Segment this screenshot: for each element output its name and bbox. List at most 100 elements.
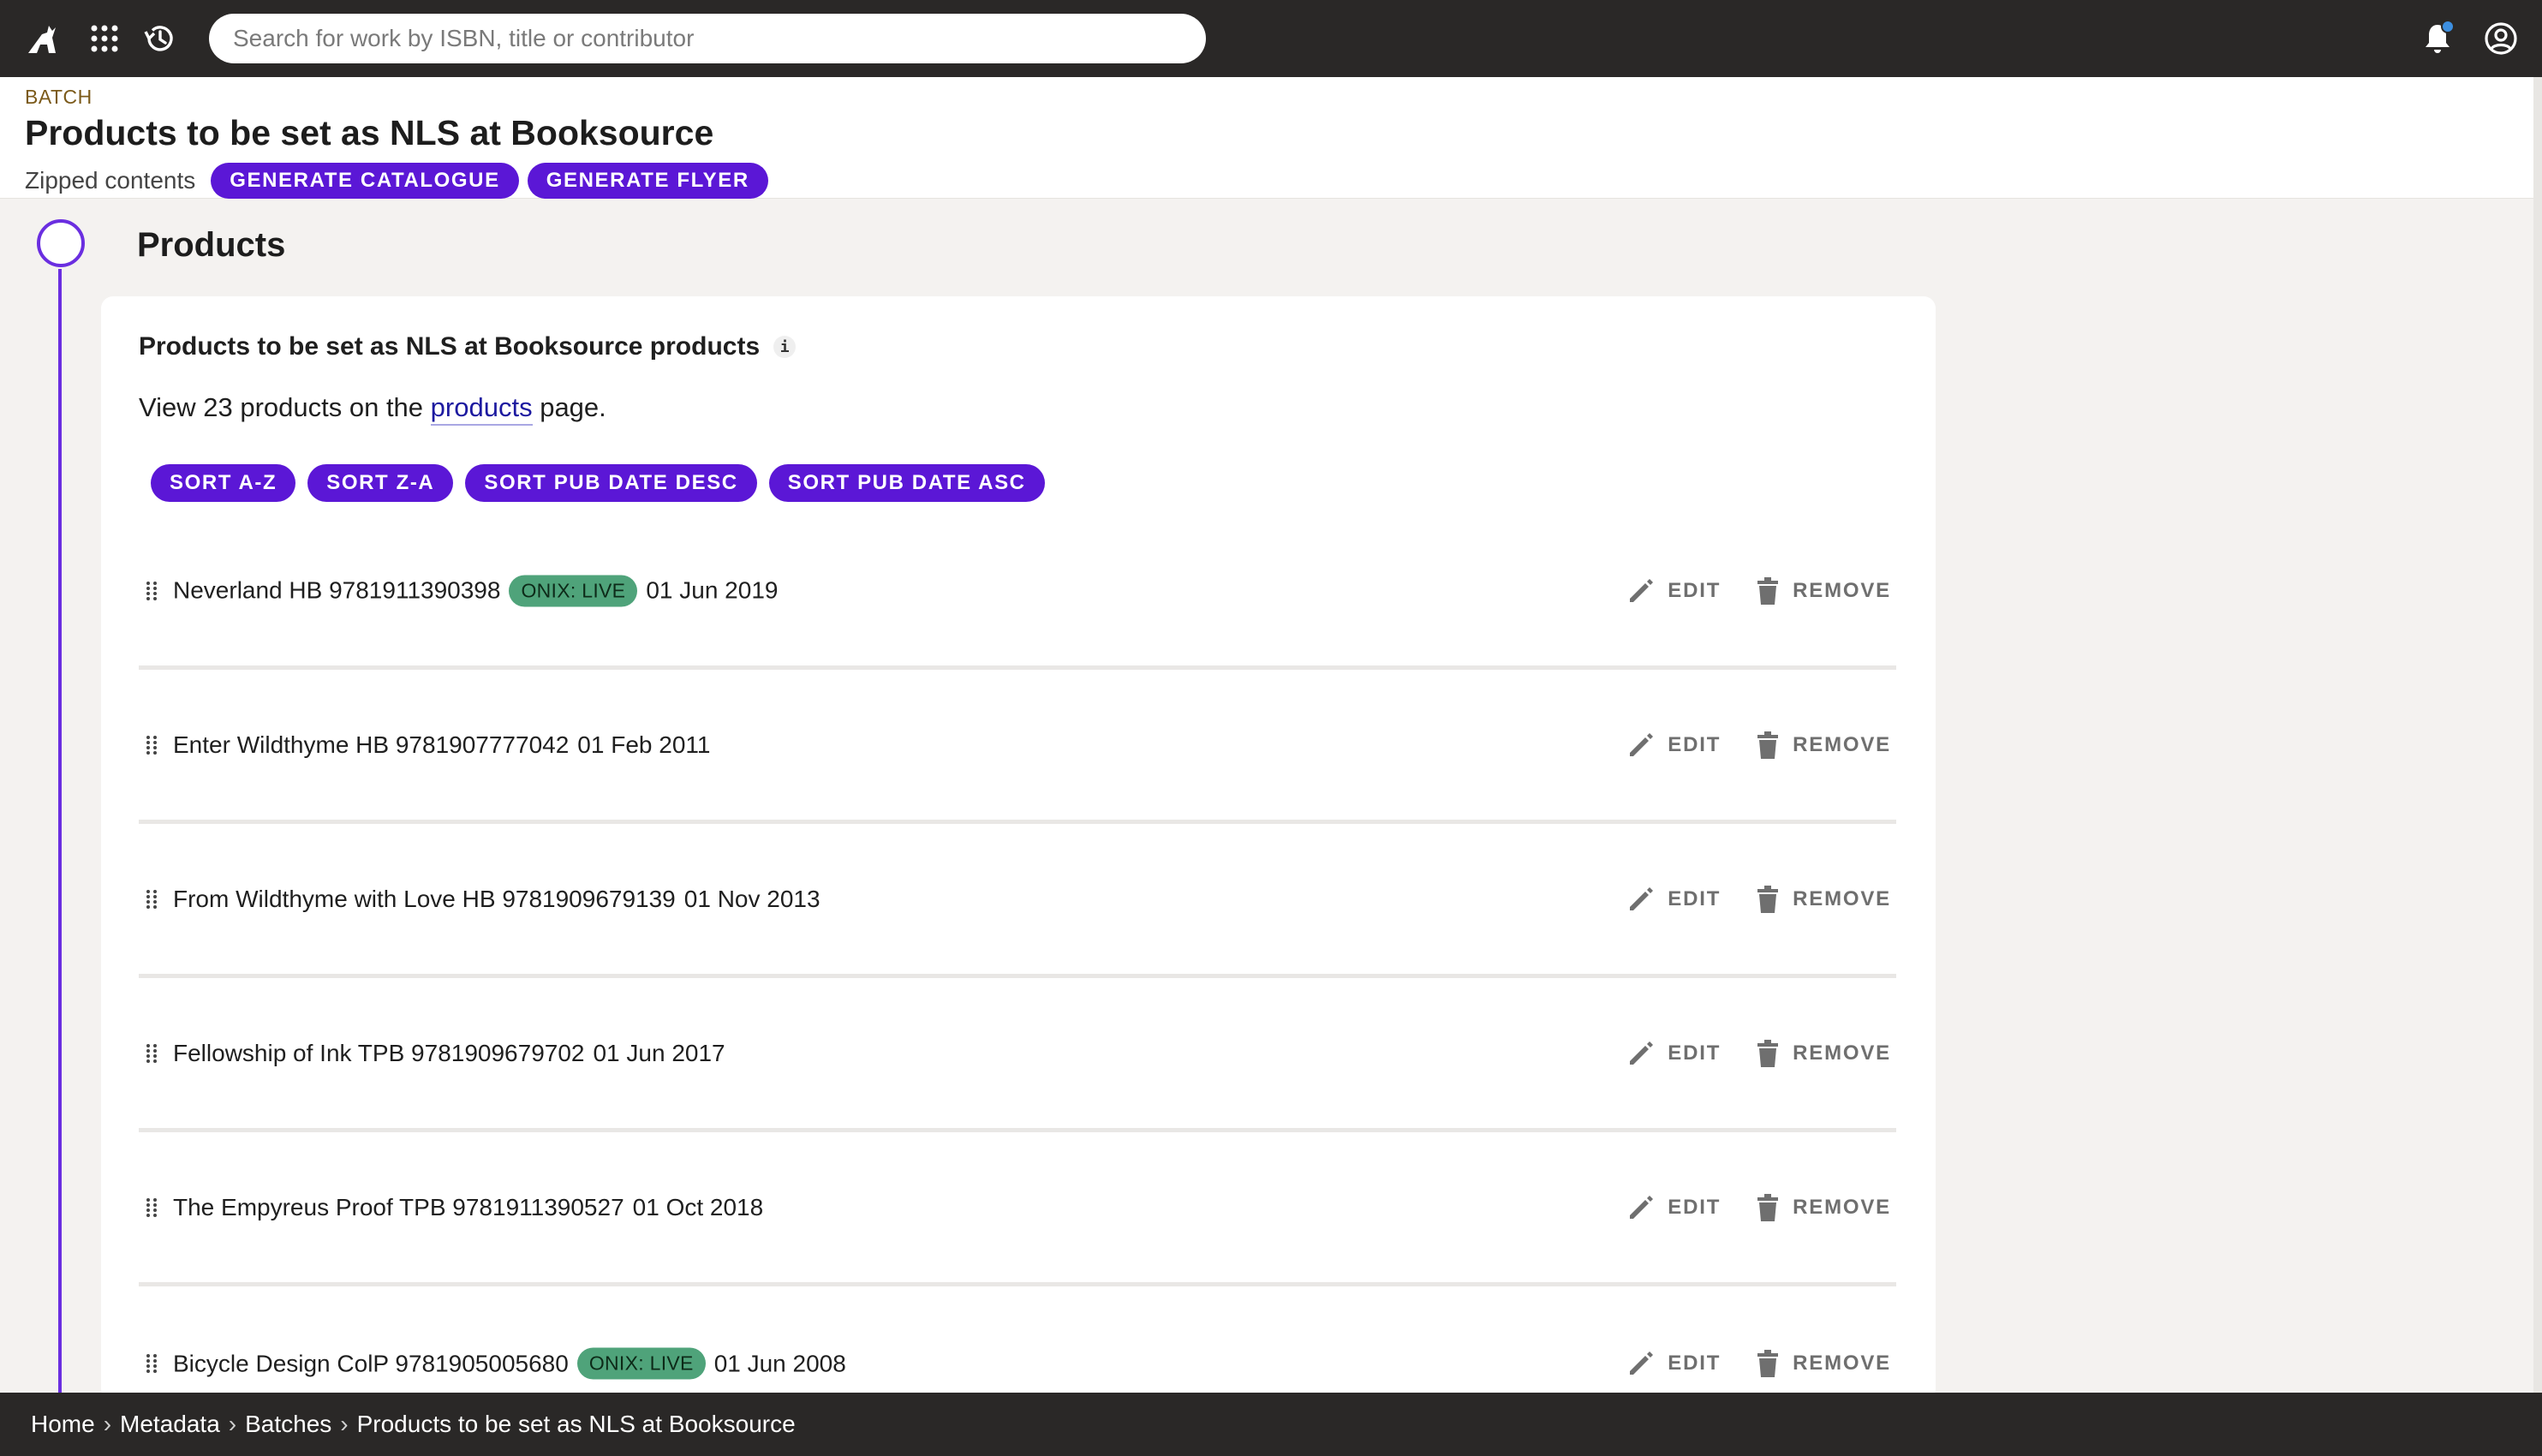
edit-label: EDIT — [1668, 886, 1722, 910]
remove-button[interactable]: REMOVE — [1755, 731, 1891, 760]
sort-z-a-button[interactable]: SORT Z-A — [307, 464, 454, 502]
breadcrumb-separator: › — [228, 1411, 237, 1437]
top-app-bar — [0, 0, 2542, 77]
product-title: Enter Wildthyme HB 9781907777042 — [173, 731, 570, 758]
edit-button[interactable]: EDIT — [1626, 1039, 1721, 1068]
row-actions: EDIT REMOVE — [1626, 1039, 1891, 1068]
remove-button[interactable]: REMOVE — [1755, 1349, 1891, 1378]
product-date: 01 Feb 2011 — [577, 731, 711, 758]
row-actions: EDIT REMOVE — [1626, 576, 1891, 606]
generate-flyer-button[interactable]: GENERATE FLYER — [527, 163, 768, 199]
notification-dot — [2441, 20, 2455, 33]
card-title-text: Products to be set as NLS at Booksource … — [139, 332, 761, 361]
pencil-icon — [1630, 1041, 1654, 1065]
breadcrumb-current: Products to be set as NLS at Booksource — [356, 1411, 796, 1437]
edit-label: EDIT — [1668, 1041, 1722, 1065]
row-actions: EDIT REMOVE — [1626, 1349, 1891, 1378]
product-text: Fellowship of Ink TPB 9781909679702 01 J… — [173, 1040, 725, 1067]
product-text: Neverland HB 9781911390398 ONIX: LIVE 01… — [173, 575, 778, 606]
cat-logo-icon[interactable] — [19, 15, 67, 63]
product-text: From Wildthyme with Love HB 978190967913… — [173, 886, 820, 913]
product-title: The Empyreus Proof TPB 9781911390527 — [173, 1193, 624, 1220]
sort-a-z-button[interactable]: SORT A-Z — [151, 464, 296, 502]
edit-button[interactable]: EDIT — [1626, 1349, 1721, 1378]
sort-pub-date-desc-button[interactable]: SORT PUB DATE DESC — [465, 464, 757, 502]
account-icon[interactable] — [2477, 15, 2525, 63]
edit-label: EDIT — [1668, 1352, 1722, 1375]
row-actions: EDIT REMOVE — [1626, 731, 1891, 760]
trash-icon — [1757, 1039, 1779, 1067]
drag-handle-icon[interactable] — [146, 1043, 158, 1064]
drag-handle-icon[interactable] — [146, 735, 158, 755]
edit-label: EDIT — [1668, 1195, 1722, 1219]
remove-button[interactable]: REMOVE — [1755, 576, 1891, 606]
products-link[interactable]: products — [430, 392, 533, 426]
drag-handle-icon[interactable] — [146, 1353, 158, 1374]
breadcrumb-separator: › — [103, 1411, 112, 1437]
search-input[interactable] — [209, 14, 1206, 63]
remove-label: REMOVE — [1793, 732, 1891, 756]
apps-grid-icon[interactable] — [81, 15, 128, 63]
breadcrumb-metadata[interactable]: Metadata — [120, 1411, 220, 1438]
card-description: View 23 products on the products page. — [139, 392, 606, 426]
generate-catalogue-button[interactable]: GENERATE CATALOGUE — [211, 163, 519, 199]
pencil-icon — [1630, 1352, 1654, 1375]
product-text: Bicycle Design ColP 9781905005680 ONIX: … — [173, 1347, 846, 1380]
scrollbar-track[interactable] — [2533, 77, 2542, 1393]
zipped-contents-label: Zipped contents — [25, 167, 196, 194]
page-kicker: BATCH — [25, 86, 92, 108]
remove-label: REMOVE — [1793, 1041, 1891, 1065]
product-date: 01 Jun 2008 — [713, 1350, 846, 1376]
product-row: From Wildthyme with Love HB 978190967913… — [139, 824, 1896, 978]
row-actions: EDIT REMOVE — [1626, 885, 1891, 914]
edit-button[interactable]: EDIT — [1626, 731, 1721, 760]
trash-icon — [1757, 1350, 1779, 1377]
pencil-icon — [1630, 886, 1654, 910]
notifications-bell-icon[interactable] — [2414, 15, 2461, 63]
history-icon[interactable] — [135, 15, 183, 63]
edit-button[interactable]: EDIT — [1626, 576, 1721, 606]
trash-icon — [1757, 885, 1779, 913]
trash-icon — [1757, 731, 1779, 759]
product-date: 01 Nov 2013 — [683, 885, 820, 912]
remove-label: REMOVE — [1793, 578, 1891, 602]
breadcrumb-home[interactable]: Home — [31, 1411, 95, 1438]
product-date: 01 Jun 2017 — [593, 1039, 725, 1066]
edit-button[interactable]: EDIT — [1626, 885, 1721, 914]
product-row: Enter Wildthyme HB 9781907777042 01 Feb … — [139, 670, 1896, 824]
status-badge: ONIX: LIVE — [576, 1347, 706, 1380]
row-actions: EDIT REMOVE — [1626, 1193, 1891, 1222]
section-title: Products — [137, 226, 286, 264]
remove-button[interactable]: REMOVE — [1755, 885, 1891, 914]
remove-label: REMOVE — [1793, 886, 1891, 910]
remove-button[interactable]: REMOVE — [1755, 1039, 1891, 1068]
product-row: Neverland HB 9781911390398 ONIX: LIVE 01… — [139, 516, 1896, 670]
page-title: Products to be set as NLS at Booksource — [25, 113, 714, 152]
sort-pub-date-asc-button[interactable]: SORT PUB DATE ASC — [768, 464, 1045, 502]
card-title: Products to be set as NLS at Booksource … — [139, 332, 797, 361]
drag-handle-icon[interactable] — [146, 889, 158, 910]
product-text: Enter Wildthyme HB 9781907777042 01 Feb … — [173, 731, 710, 759]
timeline-line — [58, 269, 62, 1399]
breadcrumb: Home › Metadata › Batches › Products to … — [0, 1393, 2542, 1456]
timeline-node — [37, 219, 85, 267]
edit-label: EDIT — [1668, 578, 1722, 602]
product-date: 01 Oct 2018 — [632, 1193, 764, 1220]
remove-label: REMOVE — [1793, 1195, 1891, 1219]
breadcrumb-batches[interactable]: Batches — [245, 1411, 331, 1438]
product-title: Neverland HB 9781911390398 — [173, 576, 501, 604]
product-title: Fellowship of Ink TPB 9781909679702 — [173, 1039, 585, 1066]
pencil-icon — [1630, 732, 1654, 756]
product-row: Fellowship of Ink TPB 9781909679702 01 J… — [139, 978, 1896, 1132]
remove-button[interactable]: REMOVE — [1755, 1193, 1891, 1222]
info-icon[interactable]: i — [773, 336, 797, 358]
edit-button[interactable]: EDIT — [1626, 1193, 1721, 1222]
products-card: Products to be set as NLS at Booksource … — [101, 296, 1936, 1401]
trash-icon — [1757, 1193, 1779, 1221]
drag-handle-icon[interactable] — [146, 1197, 158, 1218]
product-list: Neverland HB 9781911390398 ONIX: LIVE 01… — [139, 516, 1896, 1441]
product-title: From Wildthyme with Love HB 978190967913… — [173, 885, 676, 912]
status-badge: ONIX: LIVE — [509, 575, 638, 606]
desc-prefix: View 23 products on the — [139, 392, 424, 422]
drag-handle-icon[interactable] — [146, 581, 158, 601]
